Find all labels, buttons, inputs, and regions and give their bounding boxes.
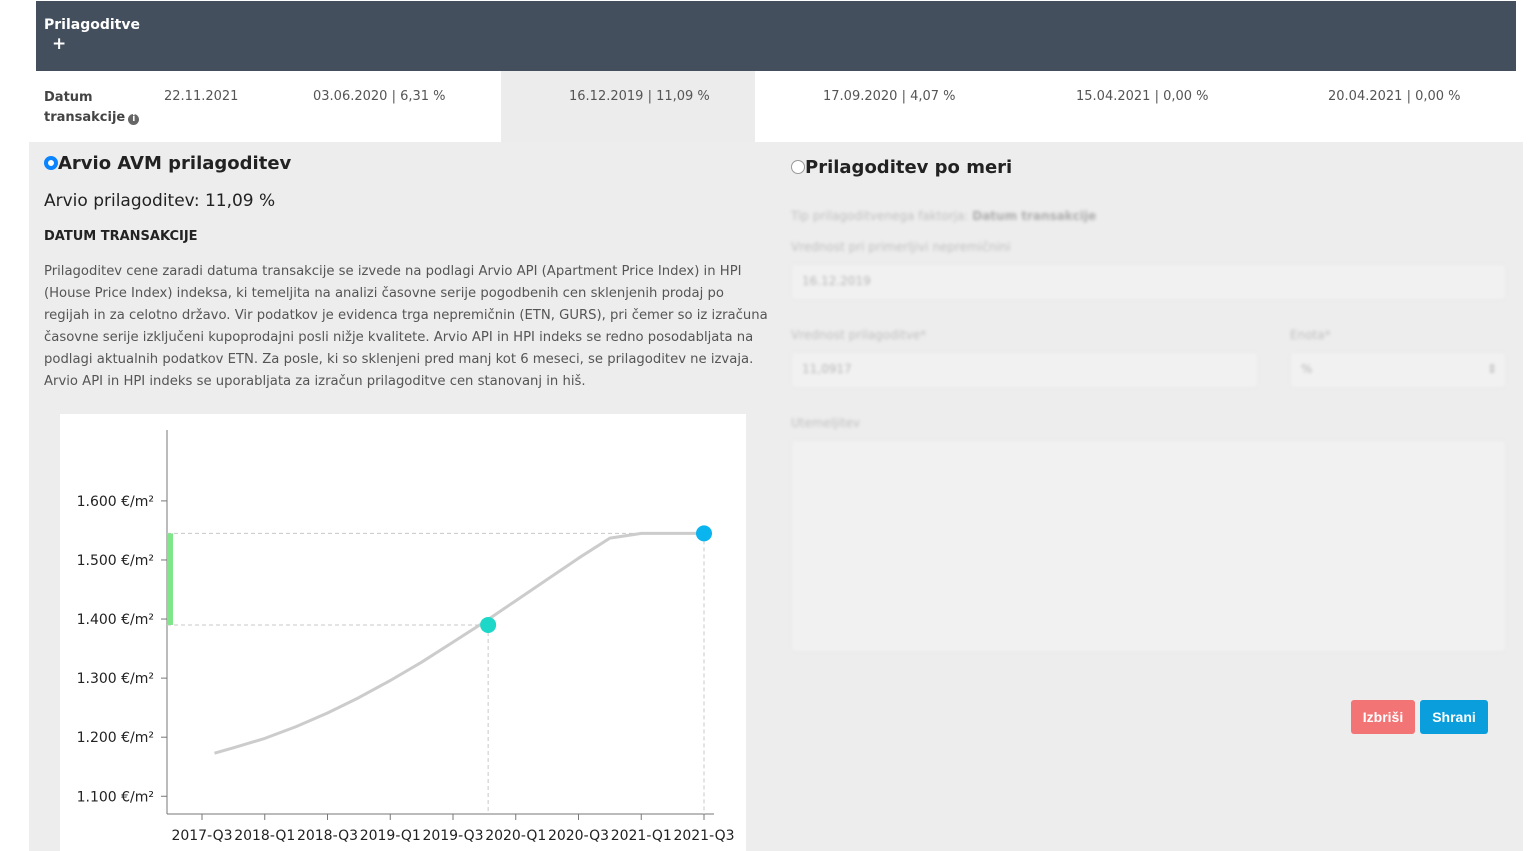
select-arrow-icon: ⇕ (1486, 362, 1497, 376)
x-tick-label: 2021-Q1 (611, 828, 672, 844)
adjustment-panel: Arvio AVM prilagoditev Arvio prilagodite… (29, 142, 1523, 851)
custom-option[interactable]: Prilagoditev po meri (791, 157, 1012, 178)
save-button[interactable]: Shrani (1420, 700, 1488, 734)
unit-label: Enota* (1290, 328, 1331, 342)
arvio-adjustment-value: Arvio prilagoditev: 11,09 % (44, 191, 276, 211)
info-icon[interactable]: i (128, 114, 140, 125)
selected-cell-highlight (501, 71, 755, 142)
section-heading: DATUM TRANSAKCIJE (44, 229, 198, 244)
y-tick-label: 1.200 €/m² (77, 730, 154, 746)
x-tick-label: 2019-Q3 (422, 828, 483, 844)
adjustments-header: Prilagoditve + (36, 1, 1516, 71)
adjustment-description: Prilagoditev cene zaradi datuma transakc… (44, 264, 768, 389)
custom-radio[interactable] (791, 160, 805, 174)
x-tick-label: 2021-Q3 (673, 828, 734, 844)
price-index-chart-svg: 1.100 €/m² 1.200 €/m² 1.300 €/m² 1.400 €/m²… (77, 430, 735, 844)
x-tick-label: 2018-Q3 (297, 828, 358, 844)
factor-type-value: Datum transakcije (972, 209, 1097, 223)
adjustment-bar (168, 533, 173, 625)
date-cell-subject: 22.11.2021 (164, 89, 239, 104)
custom-option-label: Prilagoditev po meri (805, 157, 1013, 178)
x-tick-label: 2020-Q1 (485, 828, 546, 844)
notes-textarea[interactable] (791, 440, 1506, 652)
x-tick-label: 2019-Q1 (360, 828, 421, 844)
arvio-option-label: Arvio AVM prilagoditev (58, 153, 292, 174)
row-label: Datum transakcije i (44, 88, 154, 128)
y-tick-label: 1.400 €/m² (77, 612, 154, 628)
y-tick-label: 1.100 €/m² (77, 789, 154, 805)
notes-label: Utemeljitev (791, 416, 861, 430)
delete-button[interactable]: Izbriši (1351, 700, 1415, 734)
factor-type-label: Tip prilagoditvenega faktorja: Datum tra… (791, 209, 1096, 223)
arvio-radio[interactable] (44, 156, 58, 170)
y-tick-label: 1.300 €/m² (77, 671, 154, 687)
adjustment-value-field[interactable]: 11,0917 (791, 352, 1258, 388)
x-tick-label: 2020-Q3 (548, 828, 609, 844)
adjustment-value-label: Vrednost prilagoditve* (791, 328, 927, 342)
x-tick-label: 2018-Q1 (234, 828, 295, 844)
row-label-text: Datum transakcije (44, 90, 126, 125)
factor-type-prefix: Tip prilagoditvenega faktorja: (791, 209, 969, 223)
arvio-option[interactable]: Arvio AVM prilagoditev (44, 153, 291, 174)
add-adjustment-icon[interactable]: + (52, 34, 66, 54)
unit-select[interactable]: % ⇕ (1290, 352, 1506, 388)
comparable-value-field[interactable]: 16.12.2019 (791, 264, 1506, 300)
x-tick-label: 2017-Q3 (171, 828, 232, 844)
adjustments-title: Prilagoditve (44, 17, 140, 33)
price-index-chart: 1.100 €/m² 1.200 €/m² 1.300 €/m² 1.400 €/m²… (60, 414, 746, 851)
transaction-date-row: Datum transakcije i 22.11.2021 03.06.2020… (36, 71, 1516, 142)
date-cell-comparable-4[interactable]: 15.04.2021 | 0,00 % (1076, 89, 1209, 104)
y-tick-label: 1.500 €/m² (77, 553, 154, 569)
price-index-line (214, 531, 704, 755)
comparable-point (480, 616, 497, 633)
target-point (696, 525, 712, 542)
date-cell-comparable-5[interactable]: 20.04.2021 | 0,00 % (1328, 89, 1461, 104)
unit-select-value: % (1301, 362, 1313, 376)
date-cell-comparable-3[interactable]: 17.09.2020 | 4,07 % (823, 89, 956, 104)
date-cell-comparable-1[interactable]: 03.06.2020 | 6,31 % (313, 89, 446, 104)
comparable-value-label: Vrednost pri primerljivi nepremičnini (791, 240, 1011, 254)
y-tick-label: 1.600 €/m² (77, 494, 154, 510)
date-cell-comparable-2[interactable]: 16.12.2019 | 11,09 % (569, 89, 710, 104)
